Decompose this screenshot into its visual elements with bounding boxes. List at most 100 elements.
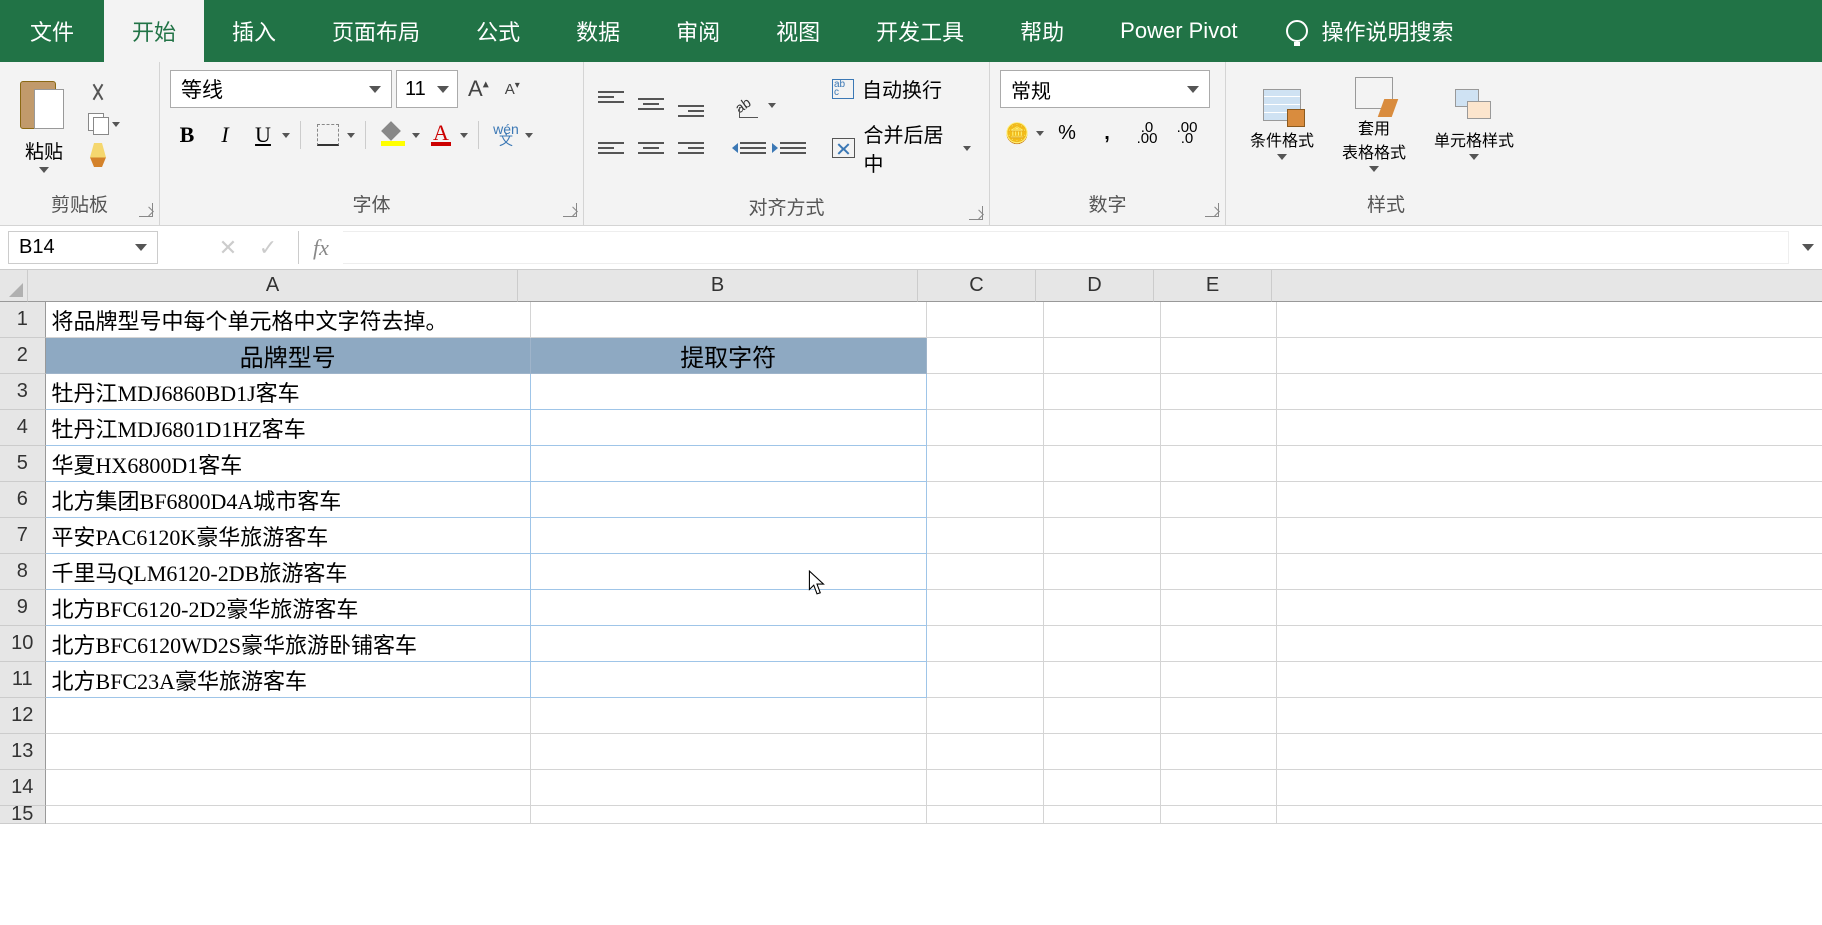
tab-formulas[interactable]: 公式: [448, 0, 548, 62]
col-header-rest[interactable]: [1272, 270, 1822, 302]
copy-button[interactable]: [86, 110, 122, 138]
cell-A13[interactable]: [46, 734, 531, 770]
cell-A4[interactable]: 牡丹江MDJ6801D1HZ客车: [46, 410, 531, 446]
cell-E6[interactable]: [1161, 482, 1278, 518]
tab-insert[interactable]: 插入: [204, 0, 304, 62]
align-middle-button[interactable]: [634, 89, 668, 119]
increase-decimal-button[interactable]: .0.00: [1130, 118, 1164, 148]
cell-A1[interactable]: 将品牌型号中每个单元格中文字符去掉。: [46, 302, 531, 338]
cell-E15[interactable]: [1161, 806, 1278, 824]
cell-rest5[interactable]: [1277, 446, 1822, 482]
cell-E10[interactable]: [1161, 626, 1278, 662]
cell-A3[interactable]: 牡丹江MDJ6860BD1J客车: [46, 374, 531, 410]
tab-developer[interactable]: 开发工具: [848, 0, 992, 62]
cell-rest6[interactable]: [1277, 482, 1822, 518]
merge-center-button[interactable]: 合并后居中: [824, 115, 979, 181]
cell-D6[interactable]: [1044, 482, 1161, 518]
row-header-7[interactable]: 7: [0, 518, 46, 554]
cell-A2[interactable]: 品牌型号: [46, 338, 531, 374]
cell-E1[interactable]: [1161, 302, 1278, 338]
cell-C11[interactable]: [927, 662, 1044, 698]
cell-rest3[interactable]: [1277, 374, 1822, 410]
cell-rest14[interactable]: [1277, 770, 1822, 806]
underline-button[interactable]: U: [246, 118, 280, 152]
cell-B8[interactable]: [531, 554, 927, 590]
row-header-1[interactable]: 1: [0, 302, 46, 338]
col-header-D[interactable]: D: [1036, 270, 1154, 302]
col-header-B[interactable]: B: [518, 270, 918, 302]
chevron-down-icon[interactable]: [282, 133, 290, 138]
font-name-select[interactable]: 等线: [170, 70, 392, 108]
cell-B14[interactable]: [531, 770, 927, 806]
chevron-down-icon[interactable]: [525, 133, 533, 138]
cell-rest1[interactable]: [1277, 302, 1822, 338]
paste-button[interactable]: 粘贴: [10, 71, 78, 177]
row-header-2[interactable]: 2: [0, 338, 46, 374]
wrap-text-button[interactable]: abc自动换行: [824, 70, 979, 107]
row-header-11[interactable]: 11: [0, 662, 46, 698]
cell-E12[interactable]: [1161, 698, 1278, 734]
row-header-6[interactable]: 6: [0, 482, 46, 518]
decrease-indent-button[interactable]: [732, 133, 766, 163]
cell-B5[interactable]: [531, 446, 927, 482]
cell-rest11[interactable]: [1277, 662, 1822, 698]
row-header-14[interactable]: 14: [0, 770, 46, 806]
cell-D2[interactable]: [1044, 338, 1161, 374]
cell-B11[interactable]: [531, 662, 927, 698]
select-all-corner[interactable]: [0, 270, 28, 302]
cell-C5[interactable]: [927, 446, 1044, 482]
cell-A12[interactable]: [46, 698, 531, 734]
chevron-down-icon[interactable]: [347, 133, 355, 138]
cell-D4[interactable]: [1044, 410, 1161, 446]
cell-D13[interactable]: [1044, 734, 1161, 770]
cell-E3[interactable]: [1161, 374, 1278, 410]
cell-D9[interactable]: [1044, 590, 1161, 626]
cell-D8[interactable]: [1044, 554, 1161, 590]
row-header-15[interactable]: 15: [0, 806, 46, 824]
cell-rest13[interactable]: [1277, 734, 1822, 770]
cell-C12[interactable]: [927, 698, 1044, 734]
cell-B6[interactable]: [531, 482, 927, 518]
cell-B4[interactable]: [531, 410, 927, 446]
percent-button[interactable]: %: [1050, 118, 1084, 148]
cell-E5[interactable]: [1161, 446, 1278, 482]
cell-C8[interactable]: [927, 554, 1044, 590]
cell-C2[interactable]: [927, 338, 1044, 374]
cell-rest7[interactable]: [1277, 518, 1822, 554]
col-header-A[interactable]: A: [28, 270, 518, 302]
row-header-12[interactable]: 12: [0, 698, 46, 734]
tab-view[interactable]: 视图: [748, 0, 848, 62]
align-bottom-button[interactable]: [674, 89, 708, 119]
cell-A14[interactable]: [46, 770, 531, 806]
cell-D7[interactable]: [1044, 518, 1161, 554]
cell-rest15[interactable]: [1277, 806, 1822, 824]
chevron-down-icon[interactable]: [1036, 131, 1044, 136]
increase-font-button[interactable]: A▴: [462, 76, 495, 102]
row-header-5[interactable]: 5: [0, 446, 46, 482]
cut-button[interactable]: [86, 79, 122, 107]
cell-D5[interactable]: [1044, 446, 1161, 482]
cell-A10[interactable]: 北方BFC6120WD2S豪华旅游卧铺客车: [46, 626, 531, 662]
align-left-button[interactable]: [594, 133, 628, 163]
tab-home[interactable]: 开始: [104, 0, 204, 62]
cell-E11[interactable]: [1161, 662, 1278, 698]
cell-D15[interactable]: [1044, 806, 1161, 824]
fx-icon[interactable]: fx: [299, 226, 343, 269]
row-header-3[interactable]: 3: [0, 374, 46, 410]
row-header-10[interactable]: 10: [0, 626, 46, 662]
confirm-formula-button[interactable]: ✓: [248, 235, 288, 261]
chevron-down-icon[interactable]: [412, 133, 420, 138]
cell-B2[interactable]: 提取字符: [531, 338, 927, 374]
format-painter-button[interactable]: [86, 141, 122, 169]
cell-A6[interactable]: 北方集团BF6800D4A城市客车: [46, 482, 531, 518]
col-header-E[interactable]: E: [1154, 270, 1272, 302]
dialog-launcher-icon[interactable]: [969, 206, 983, 220]
font-color-button[interactable]: A: [424, 118, 458, 152]
cell-C3[interactable]: [927, 374, 1044, 410]
conditional-formatting-button[interactable]: 条件格式: [1236, 83, 1328, 166]
orientation-button[interactable]: [732, 89, 766, 123]
cell-D11[interactable]: [1044, 662, 1161, 698]
row-header-9[interactable]: 9: [0, 590, 46, 626]
chevron-down-icon[interactable]: [460, 133, 468, 138]
cell-A5[interactable]: 华夏HX6800D1客车: [46, 446, 531, 482]
